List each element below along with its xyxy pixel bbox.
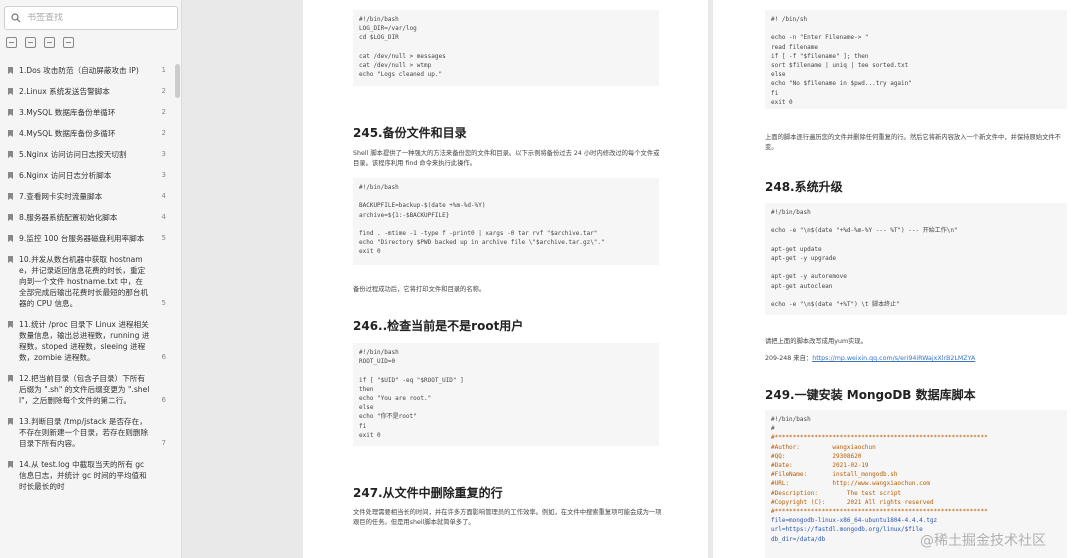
bookmark-page: 6 — [161, 353, 166, 361]
bookmark-item[interactable]: 12.把当前目录（包含子目录）下所有后缀为 ".sh" 的文件后缀变更为 ".s… — [0, 368, 172, 411]
paragraph: 上面的脚本逐行遍历您的文件并删除任何重复的行。然后它将新内容放入一个新文件中，并… — [765, 134, 1061, 151]
bookmark-icon — [8, 256, 13, 263]
bookmark-title: 1.Dos 攻击防范（自动屏蔽攻击 IP) — [19, 66, 139, 75]
bookmark-search[interactable] — [4, 6, 178, 30]
bookmark-page: 2 — [161, 129, 166, 137]
bookmark-icon — [8, 67, 13, 74]
code-block: #!/bin/bash echo -e "\n$(date "+%d-%m-%Y… — [765, 203, 1067, 315]
bookmark-title: 2.Linux 系统发送告警脚本 — [19, 87, 110, 96]
bookmark-page: 4 — [161, 192, 166, 200]
code-line: #Author: wangxiaochun — [771, 443, 876, 451]
bookmark-item[interactable]: 3.MySQL 数据库备份单循环 2 — [0, 102, 172, 123]
bookmark-title: 5.Nginx 访问访问日志按天切割 — [19, 150, 127, 159]
paragraph: Shell 脚本提供了一种强大的方法来备份您的文件和目录。以下示例将备份过去 2… — [353, 150, 660, 167]
sidebar-scrollbar[interactable] — [175, 64, 180, 98]
code-line: #***************************************… — [771, 434, 988, 442]
paragraph: 文件处理需要相当长的时间，并在许多方面影响管理员的工作效率。例如，在文件中搜索重… — [353, 509, 662, 526]
code-block: #! /bin/sh echo -n "Enter Filename-> " r… — [765, 10, 1067, 109]
bookmark-search-input[interactable] — [27, 13, 157, 23]
bookmark-item[interactable]: 8.服务器系统配置初始化脚本 4 — [0, 207, 172, 228]
bookmark-icon — [8, 375, 13, 382]
bookmark-icon — [8, 151, 13, 158]
bookmark-item[interactable]: 13.判断目录 /tmp/jstack 是否存在，不存在则新建一个目录，若存在则… — [0, 411, 172, 454]
add-bookmark-icon[interactable] — [44, 37, 55, 48]
delete-bookmark-icon[interactable] — [63, 37, 74, 48]
collapse-all-icon[interactable] — [25, 37, 36, 48]
bookmark-title: 9.监控 100 台服务器磁盘利用率脚本 — [19, 234, 145, 243]
bookmark-title: 6.Nginx 访问日志分析脚本 — [19, 171, 112, 180]
bookmark-title: 13.判断目录 /tmp/jstack 是否存在，不存在则新建一个目录，若存在则… — [19, 417, 149, 448]
section-heading: 247.从文件中删除重复的行 — [353, 486, 503, 500]
bookmark-icon — [8, 88, 13, 95]
bookmark-title: 14.从 test.log 中截取当天的所有 gc 信息日志，并统计 gc 时间… — [19, 460, 147, 491]
bookmark-item[interactable]: 14.从 test.log 中截取当天的所有 gc 信息日志，并统计 gc 时间… — [0, 454, 172, 497]
bookmark-toolbar — [6, 37, 74, 48]
bookmark-item[interactable]: 6.Nginx 访问日志分析脚本 3 — [0, 165, 172, 186]
section-heading: 245.备份文件和目录 — [353, 126, 467, 140]
code-block: #!/bin/bash ROOT_UID=0 if [ "$UID" -eq "… — [353, 343, 659, 446]
bookmark-title: 4.MySQL 数据库备份多循环 — [19, 129, 116, 138]
code-line: #URL: http://www.wangxiaochun.com — [771, 480, 930, 488]
code-line: #***************************************… — [771, 508, 988, 516]
code-line: #QQ: 29308620 — [771, 452, 862, 460]
bookmark-item[interactable]: 2.Linux 系统发送告警脚本 2 — [0, 81, 172, 102]
code-line: #Copyright (C): 2021 All rights reserved — [771, 498, 934, 506]
code-block: #!/bin/bash LOG_DIR=/var/log cd $LOG_DIR… — [353, 10, 659, 86]
bookmark-page: 3 — [161, 171, 166, 179]
bookmark-icon — [8, 461, 13, 468]
bookmark-page: 3 — [161, 150, 166, 158]
source-link[interactable]: https://mp.weixin.qq.com/s/eri94iRWajxXl… — [812, 355, 975, 362]
document-page-left: #!/bin/bash LOG_DIR=/var/log cd $LOG_DIR… — [303, 0, 708, 558]
bookmark-item[interactable]: 10.并发从数台机器中获取 hostname，并记录返回信息花费的时长，重定向到… — [0, 249, 172, 314]
bookmark-page: 5 — [161, 234, 166, 242]
bookmark-page: 5 — [161, 299, 166, 307]
bookmark-title: 10.并发从数台机器中获取 hostname，并记录返回信息花费的时长，重定向到… — [19, 255, 149, 308]
paragraph: 备份过程成功后，它将打印文件和目录的名称。 — [353, 286, 486, 293]
paragraph: 请把上面的脚本改写成用yum实现。 — [765, 338, 868, 345]
code-line: #!/bin/bash — [771, 416, 811, 423]
code-line: #FileName: install_mongodb.sh — [771, 471, 898, 479]
bookmark-icon — [8, 235, 13, 242]
source-prefix: 209-248 来自： — [765, 355, 813, 362]
bookmark-item[interactable]: 5.Nginx 访问访问日志按天切割 3 — [0, 144, 172, 165]
bookmark-item[interactable]: 7.查看网卡实时流量脚本 4 — [0, 186, 172, 207]
bookmark-title: 8.服务器系统配置初始化脚本 — [19, 213, 118, 222]
bookmark-page: 4 — [161, 213, 166, 221]
expand-all-icon[interactable] — [6, 37, 17, 48]
bookmark-icon — [8, 418, 13, 425]
bookmark-item[interactable]: 11.统计 /proc 目录下 Linux 进程相关数量信息，输出总进程数，ru… — [0, 314, 172, 368]
bookmark-icon — [8, 321, 13, 328]
code-block: #!/bin/bash BACKUPFILE=backup-$(date +%m… — [353, 178, 659, 265]
bookmark-page: 7 — [161, 439, 166, 447]
bookmark-page: 2 — [161, 108, 166, 116]
code-line: #Description: The test script — [771, 489, 902, 497]
bookmark-item[interactable]: 4.MySQL 数据库备份多循环 2 — [0, 123, 172, 144]
code-line: # — [771, 425, 775, 433]
bookmark-page: 6 — [161, 396, 166, 404]
watermark: @稀土掘金技术社区 — [920, 533, 1046, 549]
code-line: #Date: 2021-02-19 — [771, 462, 869, 470]
document-page-right: #! /bin/sh echo -n "Enter Filename-> " r… — [713, 0, 1080, 558]
bookmark-title: 7.查看网卡实时流量脚本 — [19, 192, 103, 201]
section-heading: 249.一键安装 MongoDB 数据库脚本 — [765, 388, 976, 402]
bookmark-title: 3.MySQL 数据库备份单循环 — [19, 108, 116, 117]
section-heading: 246..检查当前是不是root用户 — [353, 319, 524, 333]
bookmark-sidebar: 1.Dos 攻击防范（自动屏蔽攻击 IP)12.Linux 系统发送告警脚本23… — [0, 0, 182, 558]
bookmark-icon — [8, 214, 13, 221]
bookmark-item[interactable]: 1.Dos 攻击防范（自动屏蔽攻击 IP) 1 — [0, 60, 172, 81]
bookmark-title: 11.统计 /proc 目录下 Linux 进程相关数量信息，输出总进程数，ru… — [19, 320, 150, 362]
source-line: 209-248 来自：https://mp.weixin.qq.com/s/er… — [765, 354, 1070, 364]
bookmark-item[interactable]: 9.监控 100 台服务器磁盘利用率脚本 5 — [0, 228, 172, 249]
section-heading: 248.系统升级 — [765, 180, 843, 194]
bookmark-page: 2 — [161, 87, 166, 95]
code-line: file=mongodb-linux-x86_64-ubuntu1804-4.4… — [771, 517, 938, 525]
bookmark-page: 1 — [161, 66, 166, 74]
bookmark-icon — [8, 172, 13, 179]
bookmark-icon — [8, 109, 13, 116]
search-icon — [11, 13, 21, 23]
bookmark-list: 1.Dos 攻击防范（自动屏蔽攻击 IP) 1 2.Linux 系统发送告警脚本 2 3… — [0, 60, 172, 558]
bookmark-icon — [8, 193, 13, 200]
bookmark-title: 12.把当前目录（包含子目录）下所有后缀为 ".sh" 的文件后缀变更为 ".s… — [19, 374, 150, 405]
bookmark-icon — [8, 130, 13, 137]
